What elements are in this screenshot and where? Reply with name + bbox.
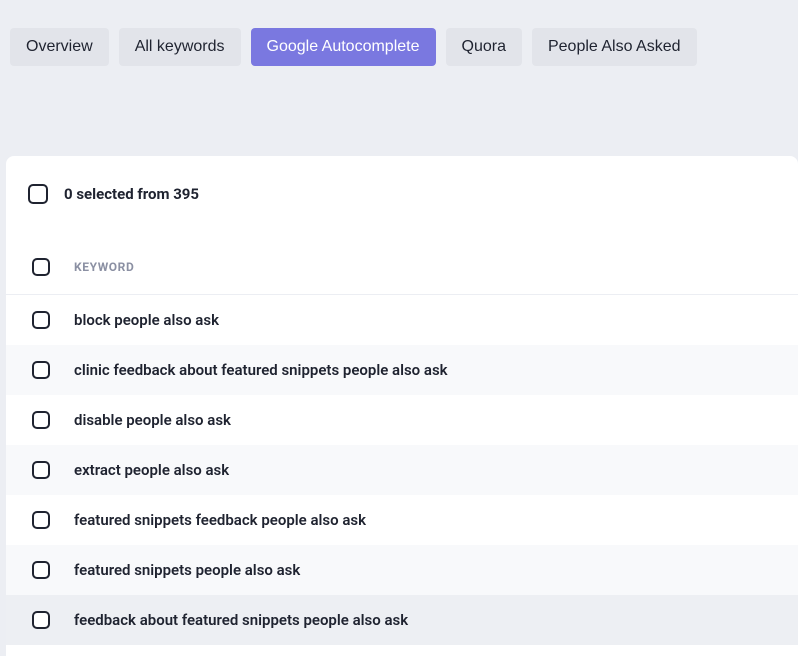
tab-quora[interactable]: Quora	[446, 28, 522, 66]
results-panel: 0 selected from 395 KEYWORD block people…	[6, 156, 798, 656]
table-row[interactable]: block people also ask	[6, 295, 798, 345]
tab-all-keywords[interactable]: All keywords	[119, 28, 241, 66]
selection-count: 0 selected from 395	[64, 185, 199, 203]
table-body: block people also ask clinic feedback ab…	[6, 295, 798, 645]
table-row[interactable]: extract people also ask	[6, 445, 798, 495]
header-checkbox[interactable]	[32, 258, 50, 276]
row-checkbox[interactable]	[32, 611, 50, 629]
tab-bar: Overview All keywords Google Autocomplet…	[0, 0, 798, 66]
row-checkbox[interactable]	[32, 461, 50, 479]
selection-summary: 0 selected from 395	[6, 156, 798, 214]
table-row[interactable]: feedback about featured snippets people …	[6, 595, 798, 645]
table-row[interactable]: featured snippets feedback people also a…	[6, 495, 798, 545]
keyword-text: featured snippets people also ask	[74, 561, 300, 579]
table-header: KEYWORD	[6, 214, 798, 295]
tab-overview[interactable]: Overview	[10, 28, 109, 66]
keyword-text: extract people also ask	[74, 461, 229, 479]
tab-google-autocomplete[interactable]: Google Autocomplete	[251, 28, 436, 66]
table-row[interactable]: clinic feedback about featured snippets …	[6, 345, 798, 395]
tab-people-also-asked[interactable]: People Also Asked	[532, 28, 697, 66]
table-row[interactable]: disable people also ask	[6, 395, 798, 445]
keyword-text: feedback about featured snippets people …	[74, 611, 408, 629]
column-header-keyword: KEYWORD	[74, 260, 134, 274]
row-checkbox[interactable]	[32, 511, 50, 529]
keyword-text: clinic feedback about featured snippets …	[74, 361, 448, 379]
keyword-text: featured snippets feedback people also a…	[74, 511, 366, 529]
row-checkbox[interactable]	[32, 311, 50, 329]
keyword-text: disable people also ask	[74, 411, 231, 429]
row-checkbox[interactable]	[32, 561, 50, 579]
row-checkbox[interactable]	[32, 411, 50, 429]
keyword-text: block people also ask	[74, 311, 219, 329]
row-checkbox[interactable]	[32, 361, 50, 379]
table-row[interactable]: featured snippets people also ask	[6, 545, 798, 595]
select-all-checkbox[interactable]	[28, 184, 48, 204]
